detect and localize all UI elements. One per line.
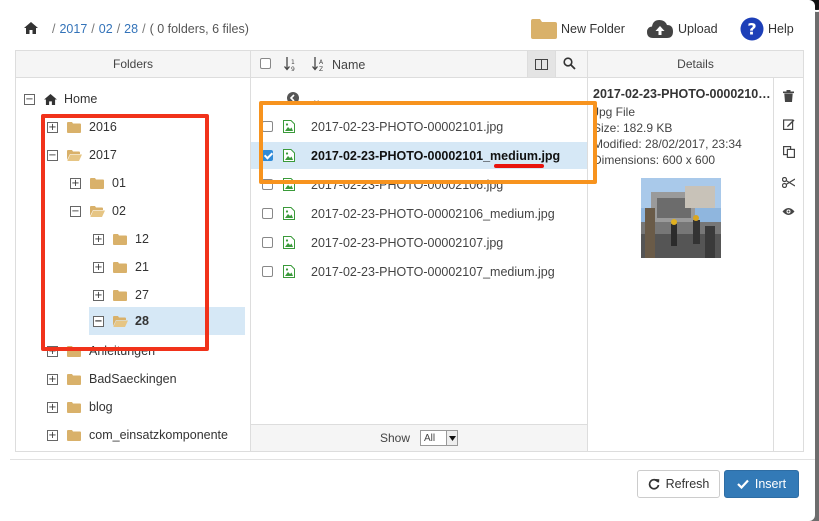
annotation-underline [494,164,544,168]
annotation-orange-box [259,101,597,184]
details-title: 2017-02-23-PHOTO-00002101_medium.jpg [593,87,773,101]
svg-text:Z: Z [319,66,323,72]
svg-text:?: ? [747,20,756,39]
select-all-checkbox[interactable] [260,58,271,69]
edit-icon [782,119,794,130]
show-label: Show [379,431,411,445]
tree-item-blog[interactable]: + blog [47,396,113,418]
toolbar: /2017/02/28/( 0 folders, 6 files) New Fo… [0,0,815,52]
details-pane: Details 2017-02-23-PHOTO-00002101_medium… [587,50,804,452]
breadcrumb-2017[interactable]: 2017 [59,22,87,36]
folder-icon [67,373,81,385]
svg-text:1: 1 [291,59,295,66]
cut-button[interactable] [774,172,803,192]
folder-icon [531,19,557,39]
breadcrumb-28[interactable]: 28 [124,22,138,36]
footer-divider [10,459,815,460]
image-preview [641,178,721,258]
show-select[interactable]: All [420,430,459,446]
scissors-icon [782,176,795,188]
file-checkbox[interactable] [261,208,273,219]
sort-size-icon[interactable]: 19 [284,57,298,75]
svg-text:9: 9 [291,66,295,72]
refresh-button[interactable]: Refresh [637,470,720,498]
files-header: 19 AZ Name [251,51,587,78]
columns-icon [535,58,548,70]
expand-icon[interactable]: + [47,401,58,413]
expand-icon[interactable]: + [47,373,58,385]
details-header: Details [588,51,803,78]
image-file-icon [283,236,295,249]
name-column-header[interactable]: Name [332,58,365,72]
tree-item-badsaeckingen[interactable]: + BadSaeckingen [47,368,177,390]
copy-icon [782,146,795,158]
image-file-icon [283,265,295,278]
filter-bar: Show All [251,424,587,451]
copy-button[interactable] [774,142,803,162]
image-file-icon [283,207,295,220]
home-icon [44,93,57,105]
help-icon: ? [740,17,764,41]
file-row[interactable]: 2017-02-23-PHOTO-00002106_medium.jpg [251,200,587,227]
check-icon [737,479,749,489]
folders-header: Folders [16,51,250,78]
collapse-icon[interactable]: − [24,93,35,105]
tree-item-com-einsatzkomponente[interactable]: + com_einsatzkomponente [47,424,228,446]
view-toggle-button[interactable] [527,51,556,77]
svg-text:A: A [319,59,324,66]
details-modified: Modified: 28/02/2017, 23:34 [593,137,742,151]
breadcrumb: /2017/02/28/( 0 folders, 6 files) [52,22,249,36]
preview-button[interactable] [774,201,803,221]
breadcrumb-02[interactable]: 02 [99,22,113,36]
details-dimensions: Dimensions: 600 x 600 [593,153,716,167]
file-checkbox[interactable] [261,266,273,277]
media-manager-dialog: /2017/02/28/( 0 folders, 6 files) New Fo… [0,0,815,521]
details-size: Size: 182.9 KB [593,121,673,135]
eye-icon [782,207,795,215]
home-icon[interactable] [24,22,38,37]
help-button[interactable]: ? Help [740,16,794,42]
expand-icon[interactable]: + [47,429,58,441]
caret-down-icon [446,431,458,445]
refresh-icon [648,478,660,490]
edit-button[interactable] [774,114,803,134]
sort-name-icon[interactable]: AZ [312,57,326,75]
trash-icon [783,90,794,102]
search-icon[interactable] [563,57,576,73]
file-row[interactable]: 2017-02-23-PHOTO-00002107.jpg [251,229,587,256]
file-checkbox[interactable] [261,237,273,248]
delete-button[interactable] [774,86,803,106]
file-row[interactable]: 2017-02-23-PHOTO-00002107_medium.jpg [251,258,587,285]
insert-button[interactable]: Insert [724,470,799,498]
folder-icon [67,429,81,441]
upload-button[interactable]: Upload [646,16,718,42]
tree-item-home[interactable]: − Home [24,88,97,110]
folder-summary: ( 0 folders, 6 files) [149,22,249,36]
new-folder-button[interactable]: New Folder [531,16,625,42]
annotation-red-box [41,114,209,351]
details-type: Jpg File [593,105,636,119]
details-toolbar [773,78,803,451]
folder-icon [67,401,81,413]
cloud-upload-icon [646,18,674,40]
